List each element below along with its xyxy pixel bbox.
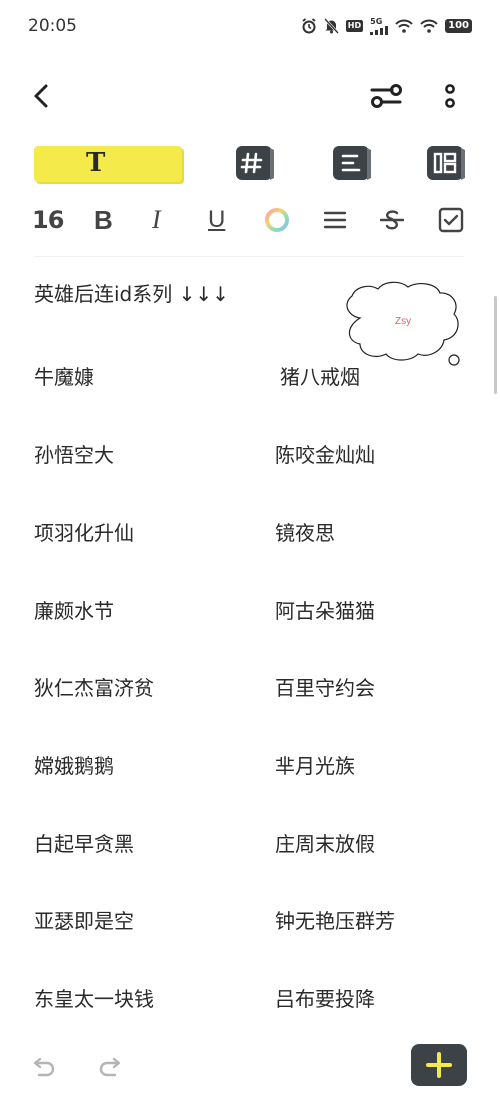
font-size-button[interactable]: 16 — [32, 204, 64, 236]
wifi-icon — [395, 19, 413, 33]
status-time: 20:05 — [28, 16, 77, 36]
filter-button[interactable] — [368, 80, 404, 112]
name-right: 吕布要投降 — [275, 987, 375, 1011]
list-item: 东皇太一块钱 吕布要投降 — [0, 977, 500, 1017]
list-item: 白起早贪黑 庄周末放假 — [0, 822, 500, 862]
network-type-label: 5G — [370, 16, 383, 26]
name-right: 镜夜思 — [275, 521, 335, 545]
redo-icon — [99, 1057, 121, 1077]
plus-icon — [426, 1052, 452, 1078]
signal-bars-icon — [370, 25, 389, 35]
name-left: 狄仁杰富济贫 — [34, 676, 154, 700]
text-align-icon — [333, 146, 371, 180]
checklist-button[interactable] — [437, 204, 465, 236]
name-right: 百里守约会 — [275, 676, 375, 700]
wifi-icon-secondary — [420, 19, 438, 33]
undo-icon — [33, 1057, 55, 1077]
underline-button[interactable]: U — [208, 204, 225, 236]
more-options-button[interactable] — [438, 80, 462, 112]
hashtag-tool[interactable] — [234, 144, 276, 182]
hd-badge: HD — [345, 20, 364, 32]
name-right: 阿古朵猫猫 — [275, 599, 375, 623]
color-wheel-icon — [265, 208, 289, 232]
list-item: 孙悟空大 陈咬金灿灿 — [0, 433, 500, 473]
name-left: 孙悟空大 — [34, 443, 114, 467]
back-button[interactable] — [28, 82, 56, 110]
name-left: 亚瑟即是空 — [34, 909, 134, 933]
list-button[interactable] — [321, 204, 349, 236]
format-toolbar: T — [0, 140, 500, 190]
alarm-icon — [302, 18, 316, 34]
list-item: 狄仁杰富济贫 百里守约会 — [0, 666, 500, 706]
strikethrough-button[interactable] — [378, 204, 406, 236]
sliders-icon — [370, 84, 402, 108]
bold-button[interactable]: B — [94, 204, 113, 236]
note-heading: 英雄后连id系列 ↓↓↓ — [34, 282, 229, 306]
strikethrough-icon — [379, 210, 405, 230]
text-tool-label: T — [86, 148, 106, 178]
list-item: 廉颇水节 阿古朵猫猫 — [0, 589, 500, 629]
checkbox-icon — [438, 207, 464, 233]
italic-button[interactable]: I — [152, 204, 161, 236]
mute-bell-icon — [323, 18, 339, 34]
text-style-tool[interactable]: T — [34, 146, 182, 182]
layout-grid-icon — [427, 146, 465, 180]
name-left: 廉颇水节 — [34, 599, 114, 623]
bubble-text: Zsy — [395, 316, 411, 327]
name-left: 嫦娥鹅鹅 — [34, 754, 114, 778]
align-tool[interactable] — [331, 144, 373, 182]
list-item: 亚瑟即是空 钟无艳压群芳 — [0, 899, 500, 939]
cellular-signal: 5G — [370, 16, 389, 35]
redo-button[interactable] — [94, 1050, 124, 1080]
name-left: 牛魔嫝 — [34, 365, 94, 389]
name-left: 白起早贪黑 — [34, 832, 134, 856]
list-item: 嫦娥鹅鹅 芈月光族 — [0, 744, 500, 784]
thought-bubble-icon: Zsy — [346, 281, 460, 366]
name-right: 钟无艳压群芳 — [275, 909, 395, 933]
text-color-button[interactable] — [263, 204, 291, 236]
undo-button[interactable] — [30, 1050, 60, 1080]
layout-tool[interactable] — [425, 144, 467, 182]
thought-bubble-sticker[interactable]: Zsy — [340, 280, 466, 372]
toolbar-divider — [34, 256, 464, 257]
hashtag-icon — [236, 146, 274, 180]
more-vertical-icon — [445, 84, 455, 108]
name-right: 庄周末放假 — [275, 832, 375, 856]
battery-indicator: 100 — [445, 19, 472, 33]
add-button[interactable] — [411, 1044, 467, 1086]
name-right: 芈月光族 — [275, 754, 355, 778]
top-bar — [0, 70, 500, 120]
bottom-bar — [0, 1040, 500, 1097]
list-icon — [323, 211, 347, 229]
status-icons: HD 5G 100 — [301, 17, 472, 35]
name-left: 东皇太一块钱 — [34, 987, 154, 1011]
list-item: 项羽化升仙 镜夜思 — [0, 511, 500, 551]
name-left: 项羽化升仙 — [34, 521, 134, 545]
name-right: 陈咬金灿灿 — [275, 443, 375, 467]
status-bar: 20:05 HD 5G 100 — [0, 0, 500, 56]
chevron-left-icon — [34, 84, 48, 108]
text-style-row: 16 B I U — [0, 198, 500, 242]
scrollbar[interactable] — [494, 296, 497, 394]
